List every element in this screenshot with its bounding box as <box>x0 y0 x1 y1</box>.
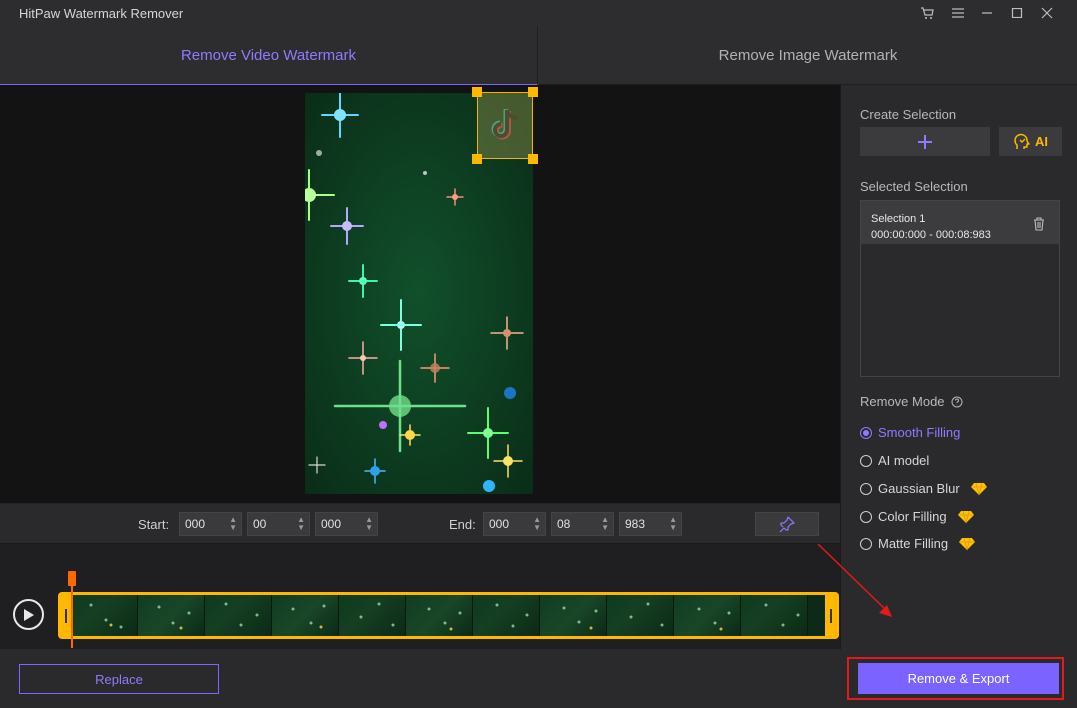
diamond-icon <box>970 482 987 495</box>
remove-mode-label: Remove Mode <box>860 394 945 409</box>
spinner-arrows-icon[interactable]: ▲ ▼ <box>297 516 305 532</box>
end-minutes-value: 08 <box>557 517 571 531</box>
mode-smooth-filling[interactable]: Smooth Filling <box>860 425 960 440</box>
play-button[interactable] <box>13 599 44 630</box>
end-ms-input[interactable]: 983 ▲ ▼ <box>619 512 682 536</box>
timeline-strip[interactable] <box>58 592 839 639</box>
start-hours-value: 000 <box>185 517 206 531</box>
selection-item[interactable]: Selection 1 000:00:000 - 000:08:983 <box>861 201 1059 244</box>
ai-label: AI <box>1035 134 1048 149</box>
remove-mode-heading: Remove Mode <box>860 394 963 409</box>
selected-selection-label: Selected Selection <box>860 179 968 194</box>
tab-bar: Remove Video Watermark Remove Image Wate… <box>0 26 1077 85</box>
replace-button[interactable]: Replace <box>19 664 219 694</box>
timeline <box>0 545 840 649</box>
close-icon[interactable] <box>1036 3 1058 23</box>
ai-selection-button[interactable]: AI <box>999 127 1062 156</box>
footer-bar: Replace Remove & Export <box>0 649 1077 708</box>
selection-name: Selection 1 <box>871 213 926 225</box>
start-minutes-value: 00 <box>253 517 267 531</box>
spinner-arrows-icon[interactable]: ▲ ▼ <box>229 516 237 532</box>
spinner-arrows-icon[interactable]: ▲ ▼ <box>601 516 609 532</box>
pin-icon <box>779 516 795 532</box>
cart-icon[interactable] <box>916 3 938 23</box>
title-bar: HitPaw Watermark Remover <box>0 0 1077 26</box>
timeline-sparkles <box>89 602 800 631</box>
mode-color-filling[interactable]: Color Filling <box>860 509 975 524</box>
selection-list: Selection 1 000:00:000 - 000:08:983 <box>860 200 1060 377</box>
spinner-arrows-icon[interactable]: ▲ ▼ <box>669 516 677 532</box>
selection-box[interactable] <box>477 92 533 159</box>
selection-handle-top-right[interactable] <box>528 87 538 97</box>
help-icon[interactable] <box>951 396 963 408</box>
start-label: Start: <box>138 517 170 532</box>
end-hours-value: 000 <box>489 517 510 531</box>
tab-remove-image-watermark[interactable]: Remove Image Watermark <box>539 26 1077 85</box>
end-ms-value: 983 <box>625 517 646 531</box>
create-selection-label: Create Selection <box>860 107 957 122</box>
mode-gaussian-blur-label: Gaussian Blur <box>878 481 960 496</box>
end-label: End: <box>449 517 476 532</box>
play-icon <box>23 608 34 621</box>
playhead-line <box>71 586 73 648</box>
mode-gaussian-blur[interactable]: Gaussian Blur <box>860 481 988 496</box>
mode-matte-filling-label: Matte Filling <box>878 536 949 551</box>
end-hours-input[interactable]: 000 ▲ ▼ <box>483 512 546 536</box>
selection-handle-bottom-right[interactable] <box>528 154 538 164</box>
mode-smooth-filling-label: Smooth Filling <box>878 425 961 440</box>
tab-remove-video-watermark[interactable]: Remove Video Watermark <box>0 26 538 85</box>
add-selection-button[interactable] <box>860 127 990 156</box>
remove-export-button[interactable]: Remove & Export <box>858 663 1059 694</box>
mode-ai-model-label: AI model <box>878 453 930 468</box>
start-hours-input[interactable]: 000 ▲ ▼ <box>179 512 242 536</box>
radio-matte-filling[interactable] <box>860 537 872 550</box>
radio-smooth-filling[interactable] <box>860 426 872 439</box>
pin-button[interactable] <box>755 512 819 536</box>
spinner-arrows-icon[interactable]: ▲ ▼ <box>533 516 541 532</box>
start-minutes-input[interactable]: 00 ▲ ▼ <box>247 512 310 536</box>
window-title: HitPaw Watermark Remover <box>19 6 184 21</box>
start-ms-input[interactable]: 000 ▲ ▼ <box>315 512 378 536</box>
radio-color-filling[interactable] <box>860 510 872 523</box>
time-range-bar: Start: 000 ▲ ▼ 00 ▲ ▼ 000 ▲ ▼ End: 000 ▲ ▼ 08 ▲ ▼ … <box>0 503 840 544</box>
minimize-icon[interactable] <box>976 3 998 23</box>
mode-color-filling-label: Color Filling <box>878 509 947 524</box>
selection-range: 000:00:000 - 000:08:983 <box>871 229 991 241</box>
spinner-arrows-icon[interactable]: ▲ ▼ <box>365 516 373 532</box>
end-minutes-input[interactable]: 08 ▲ ▼ <box>551 512 614 536</box>
diamond-icon <box>957 510 974 523</box>
playhead-marker[interactable] <box>68 571 76 586</box>
radio-ai-model[interactable] <box>860 454 872 467</box>
video-preview-area <box>0 85 840 503</box>
menu-icon[interactable] <box>947 3 969 23</box>
diamond-icon <box>959 537 976 550</box>
maximize-icon[interactable] <box>1006 3 1028 23</box>
ai-head-icon <box>1014 133 1030 149</box>
mode-ai-model[interactable]: AI model <box>860 453 929 468</box>
timeline-right-handle[interactable] <box>825 595 836 636</box>
selection-handle-top-left[interactable] <box>472 87 482 97</box>
mode-matte-filling[interactable]: Matte Filling <box>860 536 976 551</box>
plus-icon <box>918 134 932 149</box>
start-ms-value: 000 <box>321 517 342 531</box>
right-panel: Create Selection AI Selected Selection S… <box>840 85 1077 649</box>
trash-icon[interactable] <box>1033 217 1045 234</box>
selection-handle-bottom-left[interactable] <box>472 154 482 164</box>
radio-gaussian-blur[interactable] <box>860 482 872 495</box>
